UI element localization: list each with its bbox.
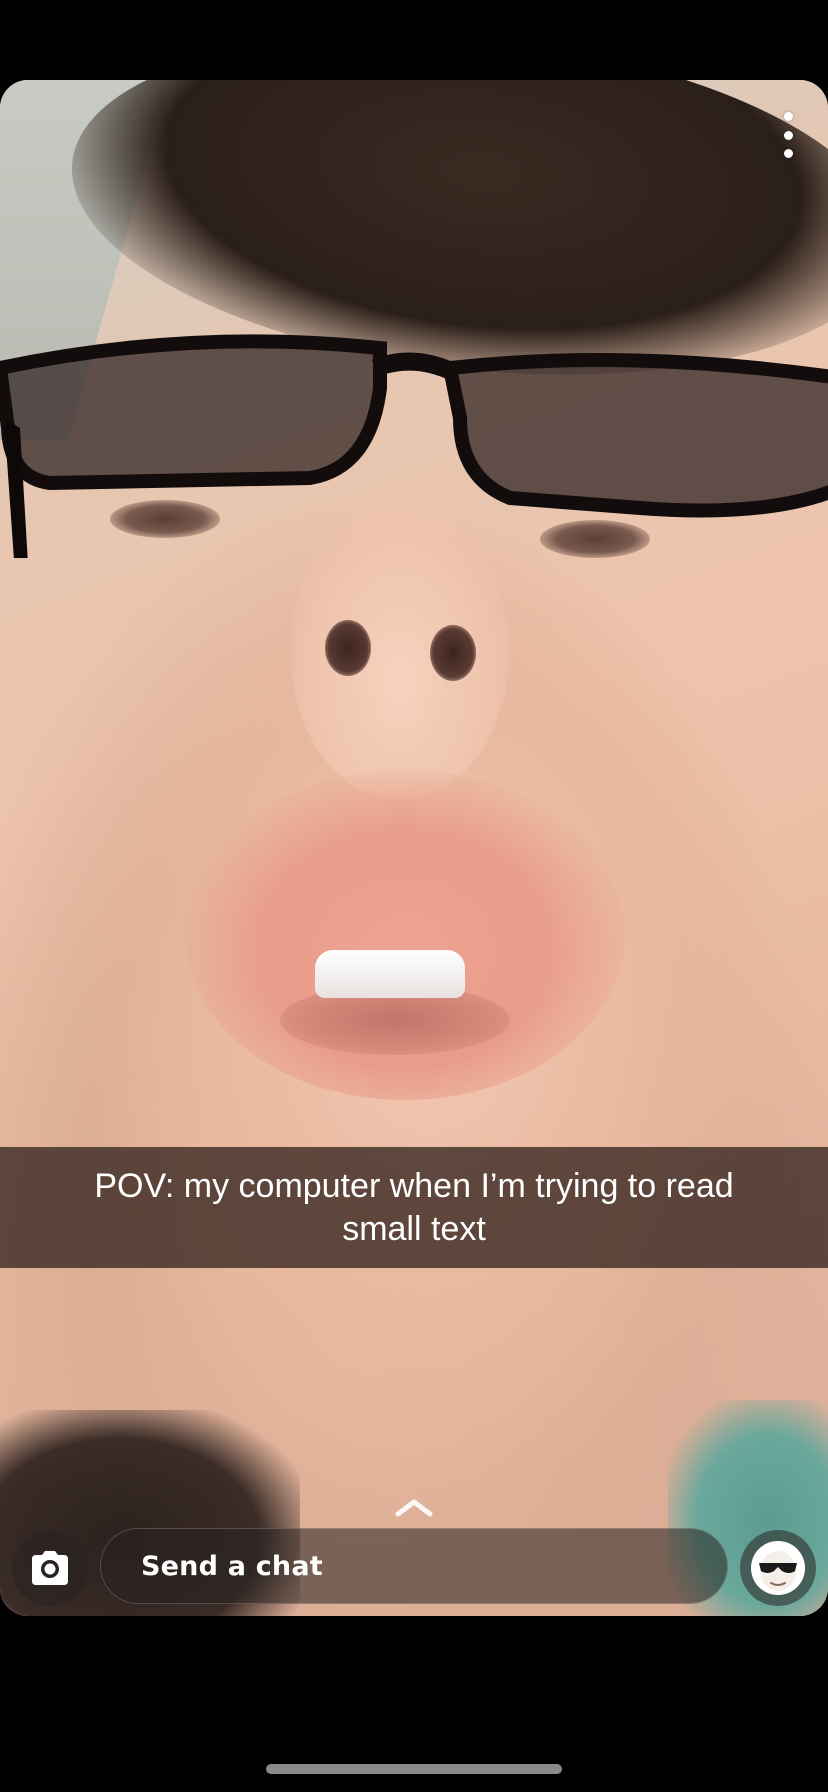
camera-icon xyxy=(32,1551,68,1585)
left-nostril xyxy=(325,620,371,676)
chevron-up-icon[interactable] xyxy=(394,1496,434,1518)
caption-text: POV: my computer when I’m trying to read… xyxy=(94,1166,734,1248)
home-indicator[interactable] xyxy=(266,1764,562,1774)
caption-bar: POV: my computer when I’m trying to read… xyxy=(0,1147,828,1268)
menu-dot xyxy=(783,130,793,140)
screen: POV: my computer when I’m trying to read… xyxy=(0,0,828,1792)
menu-dot xyxy=(783,149,793,158)
chat-input[interactable]: Send a chat xyxy=(100,1528,728,1604)
camera-button[interactable] xyxy=(12,1530,88,1606)
chat-bar: Send a chat xyxy=(0,1526,828,1610)
teeth xyxy=(315,950,465,998)
menu-dot xyxy=(783,112,793,121)
nose xyxy=(290,500,510,800)
bitmoji-button[interactable] xyxy=(740,1530,816,1606)
right-nostril xyxy=(430,625,476,681)
snap-view[interactable] xyxy=(0,80,828,1616)
bitmoji-sunglasses-icon xyxy=(751,1541,805,1595)
chat-placeholder: Send a chat xyxy=(141,1550,323,1582)
more-vertical-icon[interactable] xyxy=(776,112,800,158)
